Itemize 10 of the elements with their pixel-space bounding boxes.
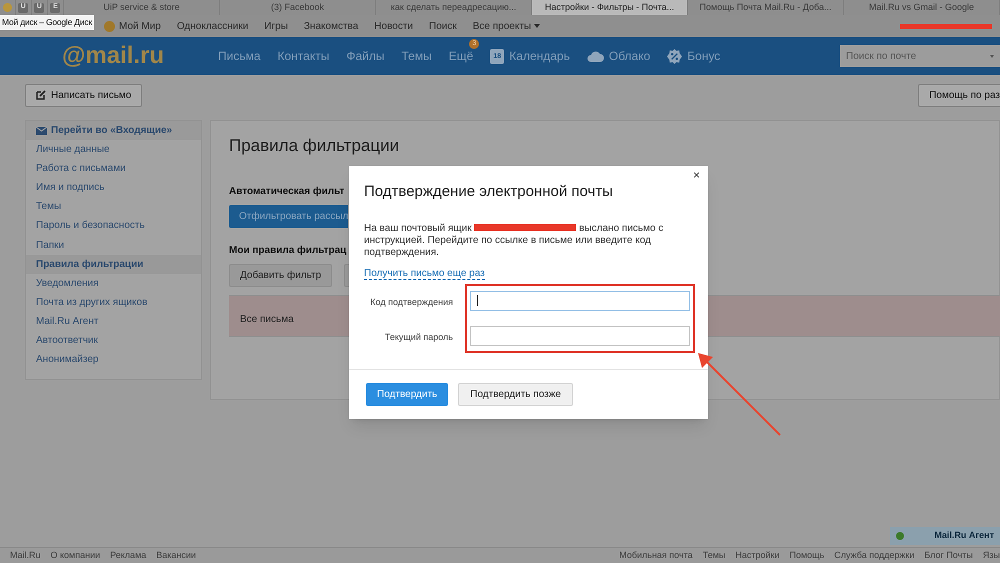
tooltip: Мой диск – Google Диск bbox=[0, 15, 94, 30]
rule-name: Все письма bbox=[240, 314, 294, 324]
dialog-title: Подтверждение электронной почты bbox=[364, 182, 614, 202]
page-title: Правила фильтрации bbox=[229, 135, 400, 157]
field-label: Текущий пароль bbox=[384, 330, 453, 344]
section-heading: Мои правила фильтрац bbox=[229, 244, 346, 258]
field-label: Код подтверждения bbox=[370, 296, 453, 309]
dialog-message: На ваш почтовый ящик выслано письмо с инструкцией. Перейдите по ссылке в письме или введите код подтверждения. bbox=[364, 222, 664, 258]
agent-label: Mail.Ru Агент bbox=[934, 529, 994, 542]
section-heading: Автоматическая фильт bbox=[229, 184, 344, 198]
